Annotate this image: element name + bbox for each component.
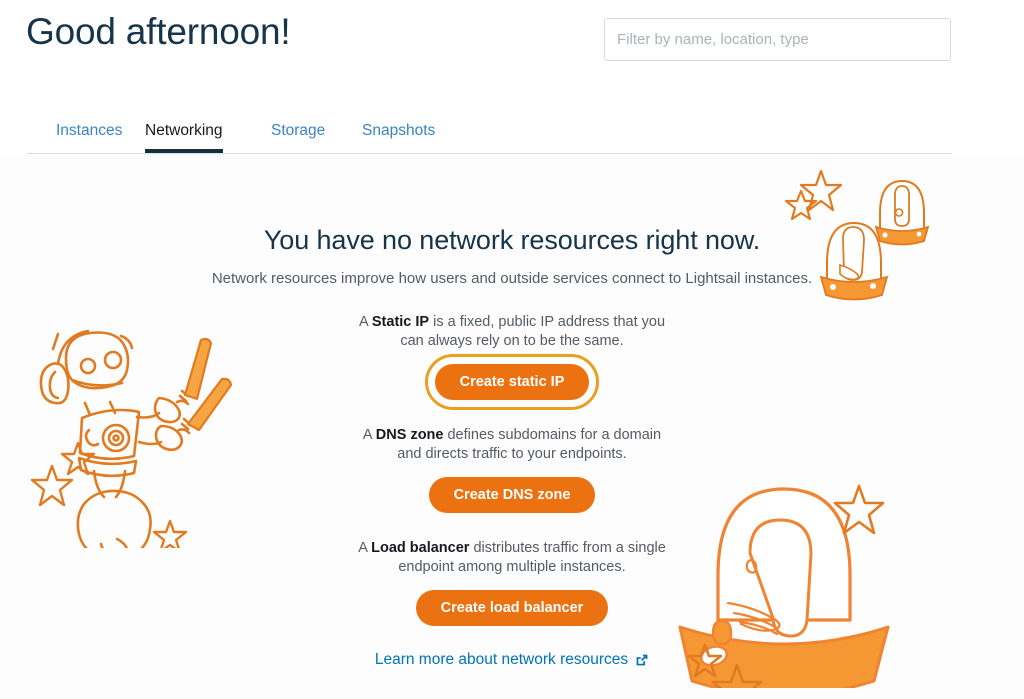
dns-zone-term: DNS zone xyxy=(375,427,444,443)
load-balancer-description: A Load balancer distributes traffic from… xyxy=(352,539,672,577)
tab-storage-label: Storage xyxy=(271,122,326,139)
static-ip-block: A Static IP is a fixed, public IP addres… xyxy=(0,313,1024,410)
empty-state-subtitle: Network resources improve how users and … xyxy=(211,270,813,287)
static-ip-desc-after: is a fixed, public IP address that you c… xyxy=(400,314,666,349)
filter-input[interactable] xyxy=(604,18,951,61)
tab-snapshots[interactable]: Snapshots xyxy=(362,114,435,153)
static-ip-button-wrap: Create static IP xyxy=(0,354,1024,410)
learn-more-link[interactable]: Learn more about network resources xyxy=(375,651,649,669)
load-balancer-desc-before: A xyxy=(358,540,372,556)
static-ip-description: A Static IP is a fixed, public IP addres… xyxy=(352,313,672,351)
static-ip-term: Static IP xyxy=(371,314,430,330)
create-load-balancer-button[interactable]: Create load balancer xyxy=(415,590,609,626)
dns-zone-desc-before: A xyxy=(362,427,376,443)
learn-more-wrap: Learn more about network resources xyxy=(0,626,1024,669)
tab-networking-label: Networking xyxy=(145,122,223,139)
create-dns-zone-button[interactable]: Create DNS zone xyxy=(428,477,596,513)
empty-state: You have no network resources right now.… xyxy=(0,155,1024,669)
external-link-icon xyxy=(635,653,649,667)
tab-networking[interactable]: Networking xyxy=(145,114,223,153)
empty-state-title: You have no network resources right now. xyxy=(263,225,761,255)
dns-zone-block: A DNS zone defines subdomains for a doma… xyxy=(0,426,1024,513)
content-area: You have no network resources right now.… xyxy=(0,155,1024,699)
dns-zone-description: A DNS zone defines subdomains for a doma… xyxy=(352,426,672,464)
learn-more-label: Learn more about network resources xyxy=(374,651,629,668)
load-balancer-button-wrap: Create load balancer xyxy=(0,590,1024,626)
page-header: Good afternoon! xyxy=(0,0,1024,100)
create-static-ip-button[interactable]: Create static IP xyxy=(424,354,600,410)
load-balancer-block: A Load balancer distributes traffic from… xyxy=(0,539,1024,626)
tab-storage[interactable]: Storage xyxy=(271,114,325,153)
load-balancer-term: Load balancer xyxy=(371,540,470,556)
tab-bar-divider xyxy=(27,153,952,154)
tab-instances[interactable]: Instances xyxy=(56,114,122,153)
static-ip-desc-before: A xyxy=(358,314,372,330)
dns-zone-button-wrap: Create DNS zone xyxy=(0,477,1024,513)
tab-instances-label: Instances xyxy=(56,122,123,139)
tab-snapshots-label: Snapshots xyxy=(362,122,436,139)
page-title: Good afternoon! xyxy=(26,11,291,52)
tab-bar: Instances Networking Storage Snapshots xyxy=(0,114,1024,154)
